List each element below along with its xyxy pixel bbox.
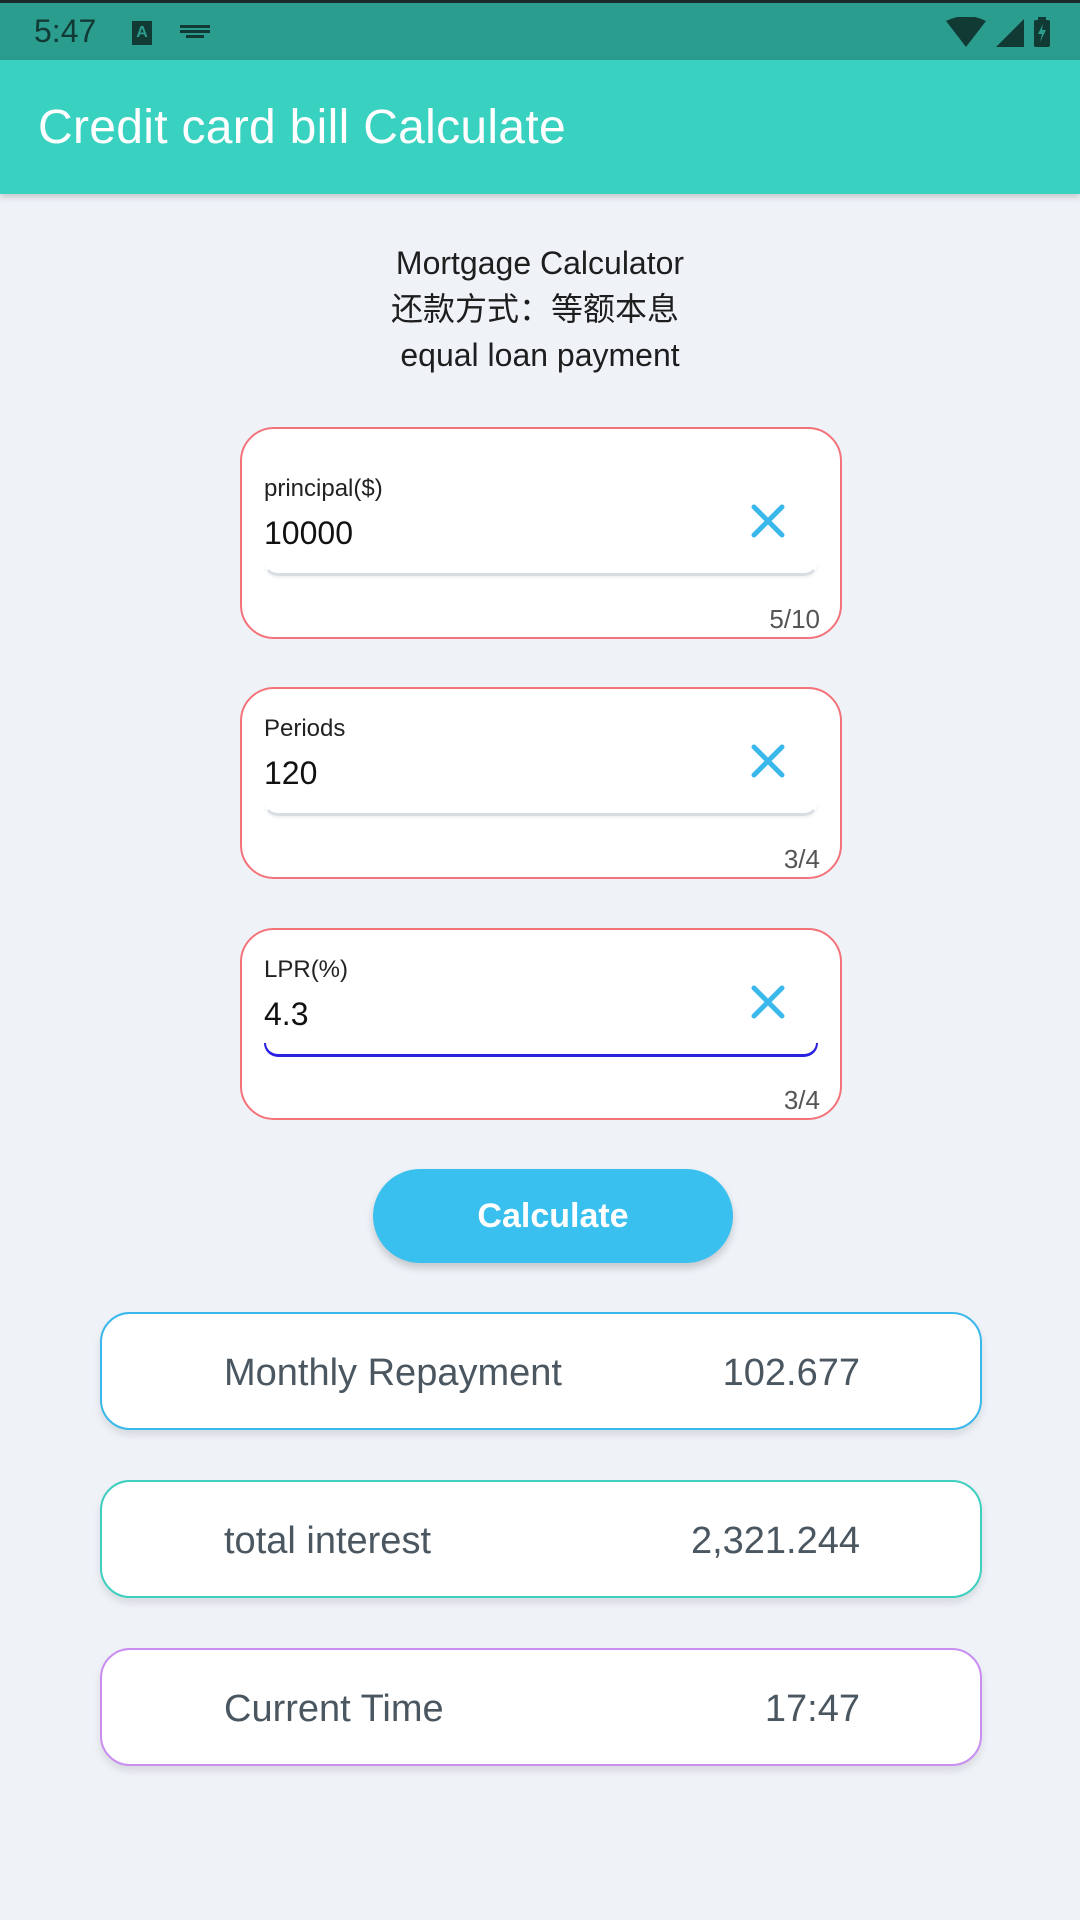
lpr-input[interactable]: [264, 996, 684, 1033]
battery-charging-icon: [1034, 17, 1050, 47]
status-bar: 5:47 A: [0, 0, 1080, 60]
current-time-label: Current Time: [224, 1688, 444, 1730]
keyboard-icon: [180, 25, 210, 38]
text-input-icon: A: [132, 21, 152, 45]
monthly-repayment-label: Monthly Repayment: [224, 1352, 562, 1394]
current-time-value: 17:47: [764, 1688, 860, 1730]
signal-icon: [996, 19, 1024, 47]
lpr-label: LPR(%): [264, 956, 349, 983]
total-interest-value: 2,321.244: [690, 1520, 860, 1562]
lpr-underline-focused: [264, 1043, 818, 1057]
clear-icon[interactable]: [746, 980, 790, 1024]
calculate-button[interactable]: Calculate: [373, 1169, 733, 1263]
periods-char-counter: 3/4: [783, 844, 820, 874]
principal-label: principal($): [264, 475, 383, 502]
lpr-char-counter: 3/4: [783, 1085, 820, 1115]
principal-underline: [264, 562, 818, 576]
calculator-header: Mortgage Calculator 还款方式：等额本息 equal loan…: [0, 240, 1080, 378]
calculator-title: Mortgage Calculator: [395, 245, 685, 281]
status-time: 5:47: [34, 13, 97, 49]
monthly-repayment-value: 102.677: [722, 1352, 860, 1394]
repayment-method-en: equal loan payment: [400, 337, 680, 373]
total-interest-card: total interest 2,321.244: [100, 1480, 982, 1598]
periods-label: Periods: [264, 715, 346, 742]
principal-char-counter: 5/10: [769, 604, 820, 634]
clear-icon[interactable]: [746, 499, 790, 543]
app-title: Credit card bill Calculate: [38, 101, 567, 154]
periods-field[interactable]: Periods 3/4: [240, 687, 842, 879]
repayment-method-zh: 还款方式：等额本息: [390, 291, 679, 327]
app-bar: Credit card bill Calculate: [0, 60, 1080, 194]
wifi-icon: [946, 17, 986, 47]
total-interest-label: total interest: [224, 1520, 431, 1562]
monthly-repayment-card: Monthly Repayment 102.677: [100, 1312, 982, 1430]
periods-underline: [264, 802, 818, 816]
periods-input[interactable]: [264, 755, 684, 792]
clear-icon[interactable]: [746, 739, 790, 783]
principal-input[interactable]: [264, 515, 684, 552]
lpr-field[interactable]: LPR(%) 3/4: [240, 928, 842, 1120]
current-time-card: Current Time 17:47: [100, 1648, 982, 1766]
principal-field[interactable]: principal($) 5/10: [240, 427, 842, 639]
